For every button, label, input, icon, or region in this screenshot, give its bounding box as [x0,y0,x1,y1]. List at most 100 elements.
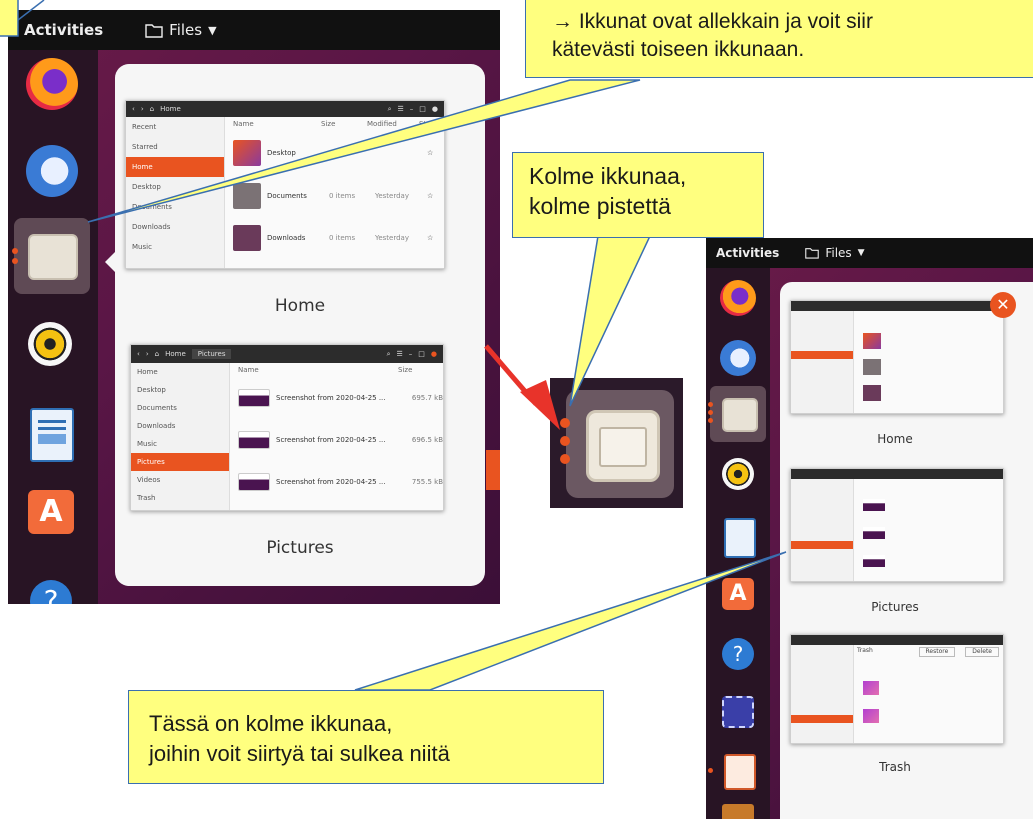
back-icon[interactable]: ‹ [137,350,140,358]
path-button-pictures[interactable]: Pictures [191,349,232,359]
activities-button[interactable]: Activities [24,21,103,39]
restore-button[interactable]: Restore [918,647,956,657]
sidebar-item-trash[interactable]: Trash [131,489,229,507]
activities-button[interactable]: Activities [716,246,779,260]
sidebar-item-videos[interactable]: Videos [131,471,229,489]
file-row-icon [863,385,881,401]
file-list: Name Size Screenshot from 2020-04-25 ...… [230,363,443,510]
forward-icon[interactable]: › [146,350,149,358]
close-icon[interactable]: ● [432,105,438,113]
rhythmbox-icon[interactable] [28,322,72,366]
sidebar-item-desktop[interactable]: Desktop [126,177,224,197]
file-name: Screenshot from 2020-04-25 ... [276,436,386,444]
software-center-icon[interactable]: A [28,490,74,534]
maximize-icon[interactable]: □ [419,105,426,113]
file-name: Downloads [267,234,306,242]
close-icon[interactable]: ● [431,350,437,358]
callout-middle-line2: kolme pistettä [529,193,671,219]
files-app-menu[interactable]: Files ▼ [805,246,865,260]
view-icon[interactable]: ☰ [397,105,403,113]
table-row[interactable]: Downloads 0 items Yesterday ☆ [225,217,444,259]
close-window-button[interactable]: ✕ [990,292,1016,318]
rhythmbox-icon[interactable] [722,458,754,490]
files-app-icon[interactable] [28,234,78,280]
sidebar-item-pictures[interactable]: Pictures [131,453,229,471]
window-thumbnail-pictures[interactable] [790,468,1004,582]
sidebar-selected-item[interactable] [791,715,853,723]
files-app-icon[interactable] [586,410,660,482]
column-headers: Name Size Modified Star [225,117,444,131]
screenshot-tool-icon[interactable] [722,696,754,728]
callout-middle: Kolme ikkunaa, kolme pistettä [512,152,764,238]
software-center-icon[interactable]: A [722,578,754,610]
sidebar-selected-item[interactable] [791,541,853,549]
header-bar [791,635,1003,645]
col-size[interactable]: Size [398,363,412,377]
callout-top-line1: → Ikkunat ovat allekkain ja voit siir [552,10,873,33]
path-button-home[interactable]: Home [165,350,186,358]
sidebar-item-home[interactable]: Home [126,157,224,177]
star-icon[interactable]: ☆ [427,192,433,200]
sidebar-item-documents[interactable]: Documents [126,197,224,217]
col-size[interactable]: Size [321,117,367,131]
delete-button[interactable]: Delete [965,647,999,657]
dock: A ? [706,268,770,819]
sidebar-item-recent[interactable]: Recent [126,117,224,137]
col-name[interactable]: Name [238,363,398,377]
help-icon[interactable]: ? [30,580,72,604]
libreoffice-writer-icon[interactable] [30,408,74,462]
sidebar-item-music[interactable]: Music [131,435,229,453]
help-icon[interactable]: ? [722,638,754,670]
table-row[interactable]: Documents 0 items Yesterday ☆ [225,175,444,217]
col-name[interactable]: Name [233,117,321,131]
files-app-icon[interactable] [722,398,758,432]
table-row[interactable]: Screenshot from 2020-04-25 ... 755.5 kB [230,461,443,503]
star-icon[interactable]: ☆ [427,234,433,242]
table-row[interactable]: Screenshot from 2020-04-25 ... 695.7 kB [230,377,443,419]
minimize-icon[interactable]: – [409,350,413,358]
window-caption-pictures: Pictures [871,600,919,614]
window-thumbnail-trash[interactable]: Trash Restore Delete [790,634,1004,744]
callout-top: → Ikkunat ovat allekkain ja voit siir kä… [525,0,1033,78]
maximize-icon[interactable]: □ [418,350,425,358]
window-thumbnail-pictures[interactable]: ‹ › ⌂ Home Pictures ⌕ ☰ – □ ● Home Deskt… [130,344,444,511]
impress-icon[interactable] [724,754,756,790]
sidebar-selected-item[interactable] [791,351,853,359]
sidebar-item-music[interactable]: Music [126,237,224,257]
search-icon[interactable]: ⌕ [388,105,392,114]
folder-icon [233,183,261,209]
sidebar-item-desktop[interactable]: Desktop [131,381,229,399]
sidebar-item-downloads[interactable]: Downloads [131,417,229,435]
search-icon[interactable]: ⌕ [387,350,391,359]
thunderbird-icon[interactable] [26,145,78,197]
column-headers: Name Size [230,363,443,377]
sidebar-item-home[interactable]: Home [131,363,229,381]
table-row[interactable]: Screenshot from 2020-04-25 ... 696.5 kB [230,419,443,461]
view-icon[interactable]: ☰ [396,350,402,358]
sidebar-item-starred[interactable]: Starred [126,137,224,157]
sidebar-item-documents[interactable]: Documents [131,399,229,417]
firefox-icon[interactable] [26,58,78,110]
files-app-menu[interactable]: Files ▼ [145,21,217,39]
header-bar [791,301,1003,311]
back-icon[interactable]: ‹ [132,105,135,113]
file-size: 755.5 kB [411,478,443,486]
file-row-icon [863,359,881,375]
forward-icon[interactable]: › [141,105,144,113]
photos-icon[interactable] [722,804,754,819]
firefox-icon[interactable] [720,280,756,316]
table-row[interactable]: Desktop ☆ [225,131,444,175]
window-thumbnail-home[interactable]: ‹ › ⌂ Home ⌕ ☰ – □ ● Recent Starred Home… [125,100,445,269]
sidebar-item-downloads[interactable]: Downloads [126,217,224,237]
thunderbird-icon[interactable] [720,340,756,376]
window-thumbnail-home[interactable] [790,300,1004,414]
minimize-icon[interactable]: – [410,105,414,113]
star-icon[interactable]: ☆ [427,149,433,157]
image-thumbnail-icon [863,527,885,539]
image-thumbnail-icon [238,389,270,407]
file-row-icon [863,333,881,349]
col-star[interactable]: Star [419,117,433,131]
col-modified[interactable]: Modified [367,117,419,131]
libreoffice-writer-icon[interactable] [724,518,756,558]
path-button[interactable]: Home [160,105,181,113]
